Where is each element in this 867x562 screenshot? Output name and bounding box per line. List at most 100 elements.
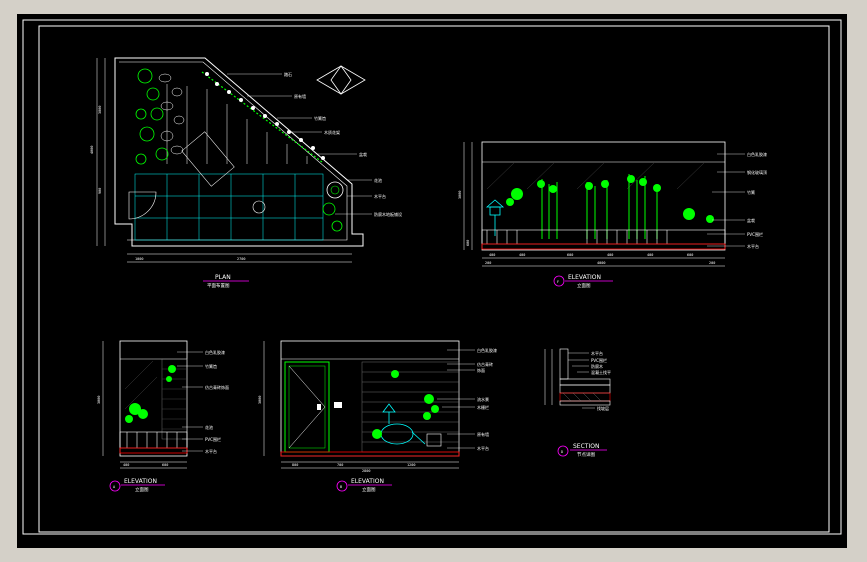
elev-main-lantern-icon (485, 199, 505, 236)
plan-round-planter-inner (330, 185, 340, 195)
elev-b-label-6: 木平台 (477, 445, 489, 451)
elev-a-label-1: 竹篱笆 (205, 363, 217, 369)
elev-a-callout-lines (177, 351, 203, 452)
section-view: 木平台 PVC围栏 防腐木 混凝土找平 找坡层 D SECTION 节点详图 (544, 348, 611, 458)
sheet-outer-border (22, 19, 842, 535)
elev-b-water-feature (380, 403, 426, 445)
elev-b-label-0: 白色乳胶漆 (477, 347, 497, 353)
section-label-1: PVC围栏 (591, 357, 607, 363)
plan-label-7: 防腐木地板铺设 (374, 211, 402, 217)
elev-b-dim-b-1: 700 (337, 463, 343, 467)
elev-b-plants (372, 370, 439, 439)
elev-b-title: ELEVATION (351, 478, 384, 485)
elev-main-glass-hatch (486, 161, 706, 190)
elev-main-callout-lines (707, 153, 745, 247)
plan-title: PLAN (215, 274, 231, 281)
section-dim-lines (544, 349, 553, 405)
plan-dim-bottom-0: 1000 (135, 257, 143, 261)
section-label-3: 混凝土找平 (591, 369, 611, 375)
plan-dim-bottom-1: 2700 (237, 257, 245, 261)
elev-main-subtitle: 立面图 (577, 282, 591, 289)
plan-view: 4000 3800 900 1000 2700 踏石 原有墙 竹篱笆 木质花架 … (90, 57, 402, 289)
plan-label-2: 竹篱笆 (314, 115, 326, 121)
plan-round-planter (326, 181, 344, 199)
section-subtitle: 节点详图 (577, 451, 595, 458)
elev-main-label-1: 钢化玻璃顶 (747, 169, 767, 175)
plan-flowers (205, 72, 325, 160)
elev-main-dim-t-2: 200 (709, 261, 715, 265)
elev-main-dim-b-2: 600 (567, 253, 573, 257)
elev-a-marker-text: A (113, 485, 116, 489)
elev-a-label-2: 仿古青砖饰面 (205, 384, 229, 390)
elev-main-dim-b-4: 400 (647, 253, 653, 257)
elev-main-label-2: 竹篱 (747, 189, 755, 195)
elev-b-label-2: 饰面 (477, 367, 485, 373)
plan-label-4: 盆栽 (359, 151, 367, 157)
elev-b-dim-t-0: 2800 (362, 469, 370, 473)
plan-dim-left-2: 900 (98, 188, 102, 194)
elev-b-label-5: 原有墙 (477, 431, 489, 437)
elev-a-glass-hatch (124, 360, 158, 410)
drawing-sheet: 4000 3800 900 1000 2700 踏石 原有墙 竹篱笆 木质花架 … (22, 19, 842, 535)
elev-main-dim-t-0: 200 (485, 261, 491, 265)
elev-b-pot (426, 433, 442, 447)
elev-b-dim-lines (263, 341, 459, 469)
elev-a-dim-b-1: 600 (162, 463, 168, 467)
elev-b-dim-left-0: 3000 (258, 396, 262, 404)
plan-label-5: 花池 (374, 177, 382, 183)
elev-b-deck (280, 451, 460, 457)
plan-label-1: 原有墙 (294, 93, 306, 99)
elev-a-deck (119, 447, 188, 454)
cad-viewer-window: 4000 3800 900 1000 2700 踏石 原有墙 竹篱笆 木质花架 … (0, 0, 867, 562)
elev-b-dim-b-2: 1200 (407, 463, 415, 467)
plan-fence-line (201, 71, 323, 163)
elev-main-label-5: 木平台 (747, 243, 759, 249)
elev-main-foliage (506, 175, 714, 223)
elev-a-title: ELEVATION (124, 478, 157, 485)
elev-main-marker-text: F (557, 280, 559, 284)
elev-a-fence (119, 431, 188, 449)
elev-b-label-1: 仿古青砖 (477, 361, 493, 367)
elev-b-label-4: 木栅栏 (477, 404, 489, 410)
section-label-0: 木平台 (591, 350, 603, 356)
elev-main-deck (481, 243, 726, 250)
elev-a-plants (125, 365, 176, 423)
elev-a-label-5: 木平台 (205, 448, 217, 454)
elev-main-dim-b-1: 400 (519, 253, 525, 257)
elev-b-marker-text: B (340, 485, 342, 489)
drawing-canvas[interactable]: 4000 3800 900 1000 2700 踏石 原有墙 竹篱笆 木质花架 … (17, 14, 847, 548)
elev-main-title: ELEVATION (568, 274, 601, 281)
section-hatch (562, 392, 602, 402)
elev-a-label-0: 白色乳胶漆 (205, 349, 225, 355)
elev-main-dim-left-0: 3000 (458, 191, 462, 199)
elev-b-subtitle: 立面图 (362, 486, 376, 493)
plan-subtitle: 平面布置图 (207, 282, 230, 289)
elevation-main-view: 3000 600 400 400 600 400 400 600 200 400… (458, 141, 767, 289)
plan-label-3: 木质花架 (324, 129, 340, 135)
elev-main-dim-b-3: 400 (607, 253, 613, 257)
elev-main-dim-b-5: 600 (687, 253, 693, 257)
elev-a-dim-lines (102, 341, 187, 469)
elev-a-dim-left-0: 3000 (97, 396, 101, 404)
elev-b-sign (334, 402, 342, 408)
plan-deck-grid (134, 173, 324, 241)
elev-main-dim-b-0: 400 (489, 253, 495, 257)
compass-icon (316, 65, 366, 95)
elev-a-label-4: PVC围栏 (205, 436, 221, 442)
elev-b-dim-b-0: 800 (292, 463, 298, 467)
elev-a-subtitle: 立面图 (135, 486, 149, 493)
elev-main-label-4: PVC围栏 (747, 231, 763, 237)
section-label-2: 防腐木 (591, 363, 603, 369)
elev-a-label-3: 花池 (205, 424, 213, 430)
plan-label-0: 踏石 (284, 71, 292, 77)
elev-main-label-3: 盆栽 (747, 217, 755, 223)
elev-b-label-3: 流水景 (477, 396, 489, 402)
elev-a-dim-b-0: 400 (123, 463, 129, 467)
elev-b-door-handle (317, 404, 321, 410)
plan-dim-left-0: 4000 (90, 146, 94, 154)
elev-main-fence (481, 229, 726, 245)
elev-b-door (284, 361, 330, 453)
plan-dim-left-1: 3800 (98, 106, 102, 114)
elev-main-label-0: 白色乳胶漆 (747, 151, 767, 157)
section-title: SECTION (573, 443, 599, 450)
